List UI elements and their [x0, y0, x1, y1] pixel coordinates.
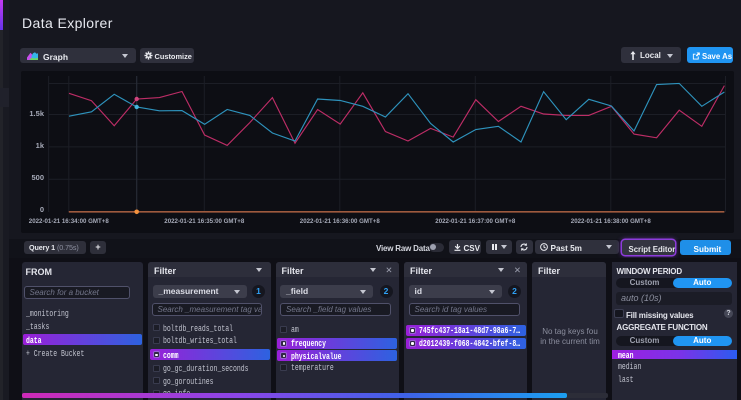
svg-text:2022-01-21 16:36:00 GMT+8: 2022-01-21 16:36:00 GMT+8 — [300, 218, 380, 225]
svg-text:2022-01-21 16:37:00 GMT+8: 2022-01-21 16:37:00 GMT+8 — [435, 218, 515, 225]
svg-text:2022-01-21 16:34:00 GMT+8: 2022-01-21 16:34:00 GMT+8 — [29, 218, 109, 225]
svg-text:500: 500 — [31, 173, 44, 182]
svg-text:0: 0 — [40, 205, 44, 214]
svg-text:1.5k: 1.5k — [29, 109, 44, 118]
svg-text:2022-01-21 16:38:00 GMT+8: 2022-01-21 16:38:00 GMT+8 — [571, 218, 651, 225]
svg-text:2022-01-21 16:35:00 GMT+8: 2022-01-21 16:35:00 GMT+8 — [164, 218, 244, 225]
svg-text:1k: 1k — [36, 141, 45, 150]
